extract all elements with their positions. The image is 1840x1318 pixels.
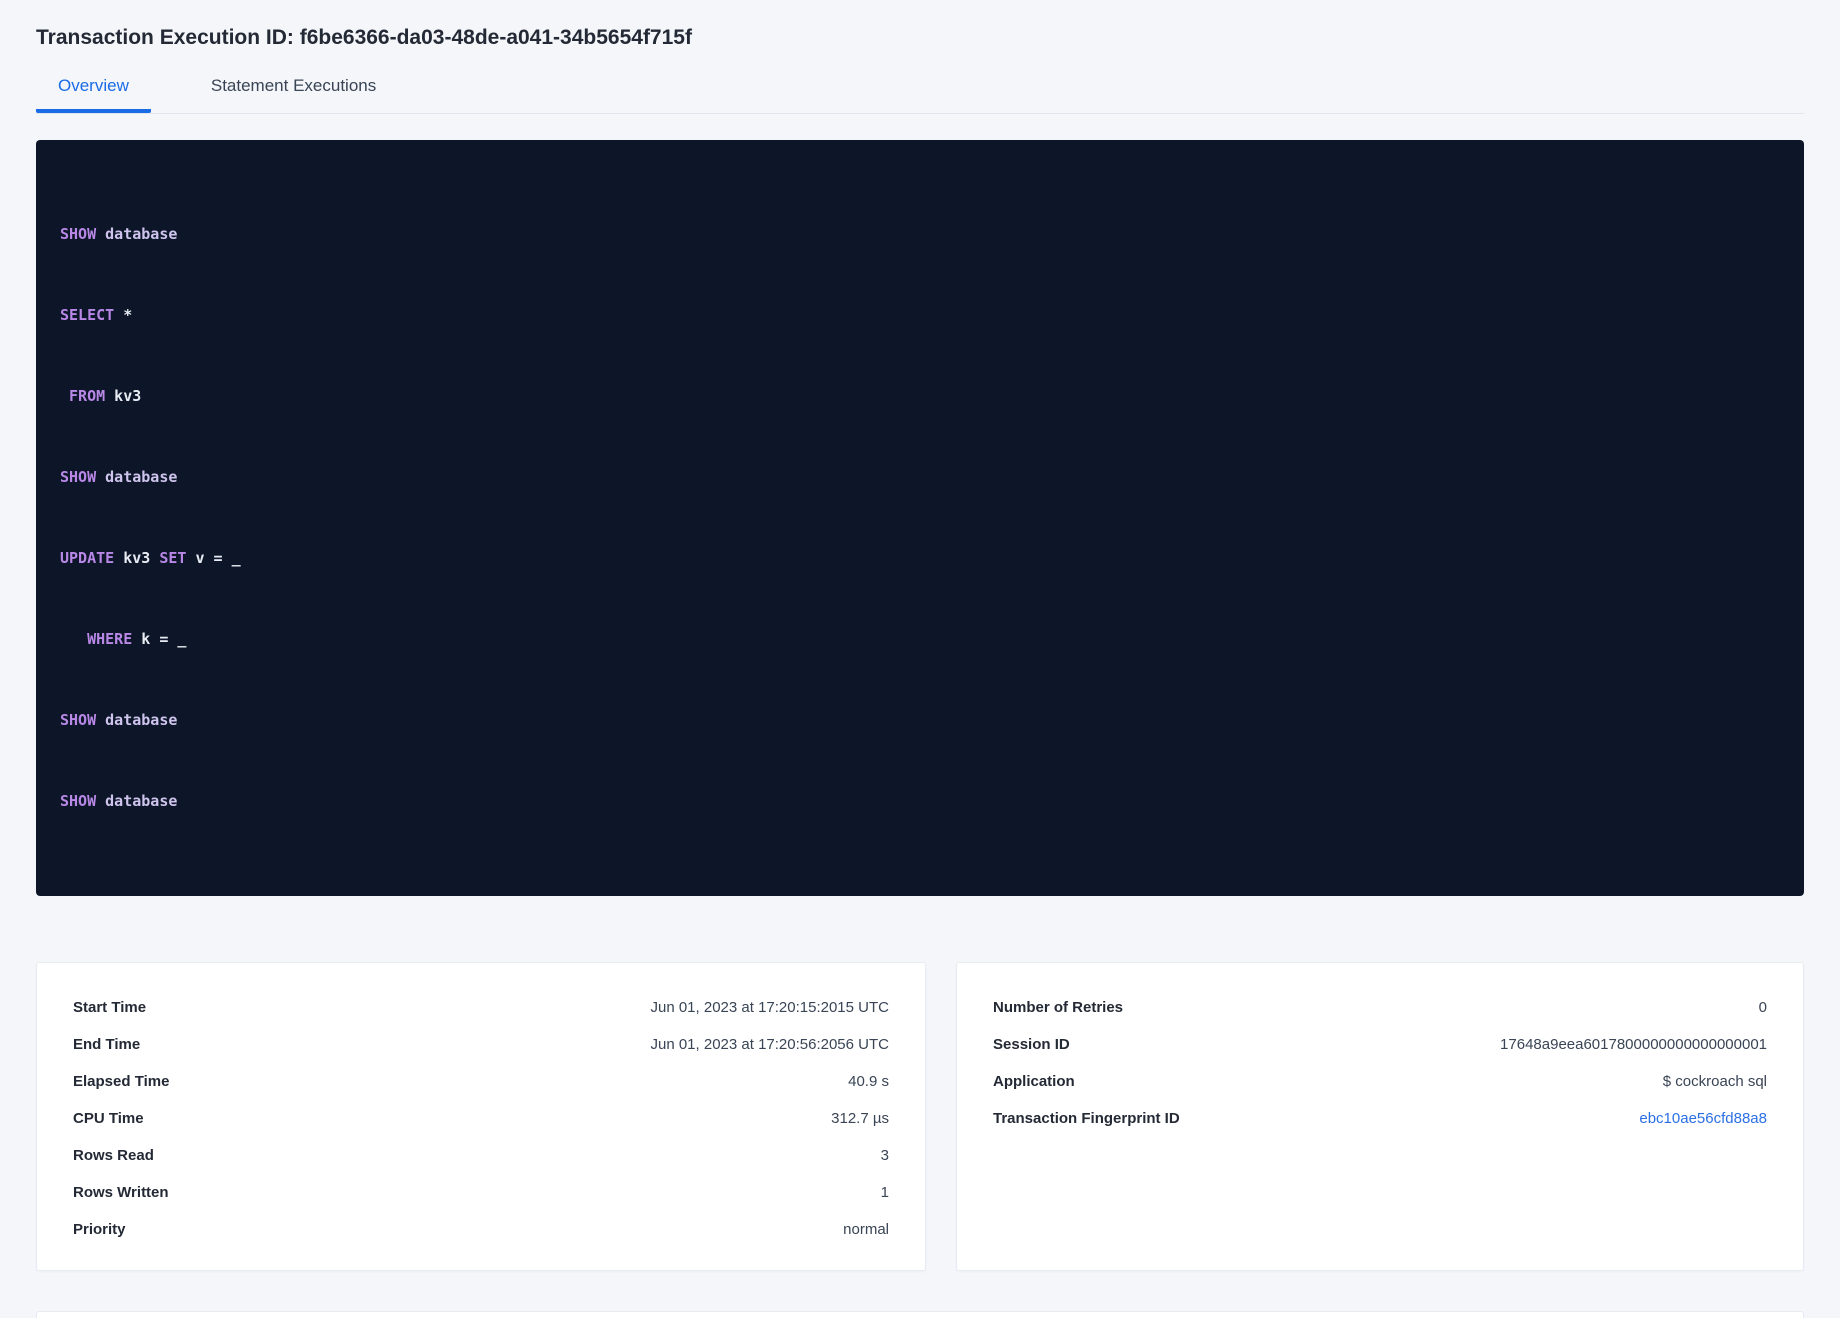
sql-line: SHOW database — [60, 792, 178, 810]
insights-card: Insights Details High Contention Time Sp… — [36, 1311, 1804, 1318]
summary-row-transaction-fingerprint: Transaction Fingerprint ID ebc10ae56cfd8… — [993, 1100, 1767, 1137]
row-value: Jun 01, 2023 at 17:20:15:2015 UTC — [650, 999, 889, 1016]
page-title: Transaction Execution ID: f6be6366-da03-… — [36, 26, 692, 49]
summary-row-rows-written: Rows Written 1 — [73, 1174, 889, 1211]
sql-line: WHERE k = _ — [60, 630, 187, 648]
row-label: Rows Read — [73, 1147, 154, 1164]
sql-line: SELECT * — [60, 306, 133, 324]
summary-row-retries: Number of Retries 0 — [993, 989, 1767, 1026]
row-value: $ cockroach sql — [1662, 1073, 1767, 1090]
row-value: 312.7 µs — [831, 1110, 889, 1127]
summary-row-end-time: End Time Jun 01, 2023 at 17:20:56:2056 U… — [73, 1026, 889, 1063]
row-value: 40.9 s — [848, 1073, 889, 1090]
row-value: 0 — [1758, 999, 1767, 1016]
session-summary-card: Number of Retries 0 Session ID 17648a9ee… — [956, 962, 1804, 1271]
tab-statement-executions[interactable]: Statement Executions — [189, 76, 398, 113]
row-value: 17648a9eea6017800000000000000001 — [1500, 1036, 1767, 1053]
summary-cards: Start Time Jun 01, 2023 at 17:20:15:2015… — [36, 962, 1804, 1271]
transaction-details-page: Transaction Execution ID: f6be6366-da03-… — [0, 0, 1840, 1318]
row-value: 3 — [880, 1147, 889, 1164]
summary-row-start-time: Start Time Jun 01, 2023 at 17:20:15:2015… — [73, 989, 889, 1026]
row-label: Start Time — [73, 999, 147, 1016]
row-label: Session ID — [993, 1036, 1070, 1053]
sql-line: SHOW database — [60, 468, 178, 486]
row-label: Application — [993, 1073, 1075, 1090]
row-value: 1 — [880, 1184, 889, 1201]
execution-summary-card: Start Time Jun 01, 2023 at 17:20:15:2015… — [36, 962, 926, 1271]
sql-line: SHOW database — [60, 711, 178, 729]
row-label: Priority — [73, 1221, 126, 1238]
summary-row-cpu-time: CPU Time 312.7 µs — [73, 1100, 889, 1137]
summary-row-rows-read: Rows Read 3 — [73, 1137, 889, 1174]
sql-statements-box: SHOW database SELECT * FROM kv3 SHOW dat… — [36, 140, 1804, 896]
summary-row-elapsed-time: Elapsed Time 40.9 s — [73, 1063, 889, 1100]
row-label: Rows Written — [73, 1184, 169, 1201]
row-label: Elapsed Time — [73, 1073, 170, 1090]
sql-line: FROM kv3 — [60, 387, 142, 405]
row-value: Jun 01, 2023 at 17:20:56:2056 UTC — [650, 1036, 889, 1053]
row-label: Number of Retries — [993, 999, 1124, 1016]
tab-overview[interactable]: Overview — [36, 76, 151, 113]
row-value: normal — [843, 1221, 889, 1238]
summary-row-priority: Priority normal — [73, 1211, 889, 1248]
summary-row-session-id: Session ID 17648a9eea6017800000000000000… — [993, 1026, 1767, 1063]
sql-line: SHOW database — [60, 225, 178, 243]
sql-line: UPDATE kv3 SET v = _ — [60, 549, 241, 567]
tab-bar: Overview Statement Executions — [36, 76, 1804, 114]
row-label: End Time — [73, 1036, 141, 1053]
summary-row-application: Application $ cockroach sql — [993, 1063, 1767, 1100]
row-label: CPU Time — [73, 1110, 144, 1127]
transaction-fingerprint-link[interactable]: ebc10ae56cfd88a8 — [1639, 1110, 1767, 1127]
row-label: Transaction Fingerprint ID — [993, 1110, 1180, 1127]
